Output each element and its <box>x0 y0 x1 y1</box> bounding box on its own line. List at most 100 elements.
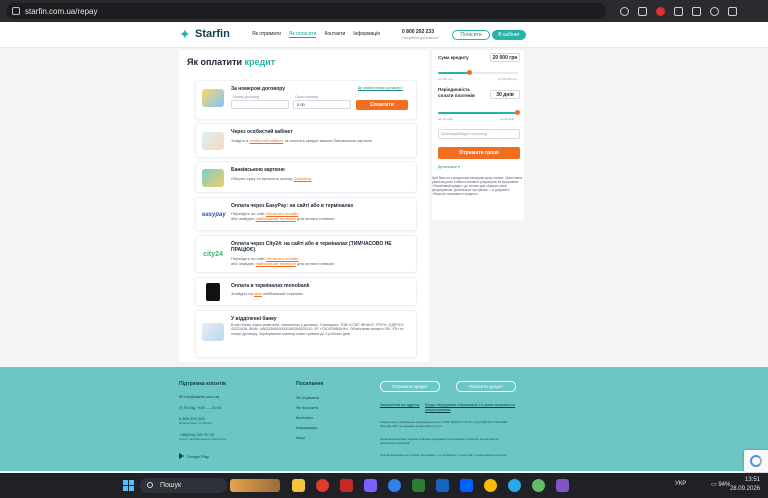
easypay-line2-pre: або знайдіть <box>231 216 255 221</box>
bank-card-icon <box>202 169 224 187</box>
site-info-icon[interactable] <box>12 7 20 15</box>
google-play-icon <box>179 453 184 459</box>
sum-label: Сума кредиту <box>438 55 469 60</box>
chrome-icon[interactable] <box>484 479 497 492</box>
monobank-map-link[interactable]: мапі <box>254 291 262 296</box>
cabinet-text: Зайдіть в особистий кабінет та оплатіть … <box>231 138 411 143</box>
footer-link-contacts[interactable]: Контакти <box>296 415 313 420</box>
header-phone[interactable]: 0 800 202 233 Потрібна допомога? <box>402 29 440 40</box>
windows-logo-icon <box>129 480 134 485</box>
phone-note: Потрібна допомога? <box>402 35 440 40</box>
widgets-icon[interactable] <box>230 479 280 492</box>
google-play-text: Google Play <box>187 453 209 459</box>
bank-card-pay-link[interactable]: Оплатити <box>294 176 312 181</box>
sum-slider-fill <box>438 72 470 74</box>
battery-indicator[interactable]: ▭ 94% <box>711 481 730 488</box>
nav-contacts[interactable]: Контакти <box>324 31 345 38</box>
nav-how-to-pay[interactable]: Як погасити <box>288 31 317 38</box>
chevron-down-icon: ▾ <box>458 165 460 169</box>
card-contract: За номером договору Де знайти номер дого… <box>195 80 417 120</box>
footer-legal-1: Товариство з обмеженою відповідальністю … <box>380 420 508 428</box>
get-money-button[interactable]: Отримати гроші <box>438 147 520 159</box>
page-title: Як оплатити кредит <box>187 57 275 67</box>
card-bank-branch: У відділенні банку В касі банку згідно р… <box>195 310 417 358</box>
browser-toolbar: starfin.com.ua/repay <box>0 0 768 22</box>
monobank-title: Оплата в терміналах monobank <box>231 283 310 289</box>
repay-panel: Як оплатити кредит За номером договору Д… <box>179 50 429 362</box>
viber-icon[interactable] <box>556 479 569 492</box>
footer-get-credit-button[interactable]: Отримати кредит <box>380 381 440 392</box>
file-explorer-icon[interactable] <box>292 479 305 492</box>
sum-slider-thumb[interactable] <box>467 70 472 75</box>
footer-email-text: info@starfin.com.ua <box>183 394 220 399</box>
app-green-icon[interactable] <box>412 479 425 492</box>
footer-email[interactable]: ✉ info@starfin.com.ua <box>179 394 219 399</box>
clock-date: 28.09.2026 <box>729 486 760 492</box>
menu-icon[interactable] <box>728 6 737 16</box>
contract-icon <box>202 89 224 107</box>
clock-time: 13:51 <box>744 477 760 483</box>
contract-number-input[interactable] <box>231 100 289 109</box>
footer-credit-info-link[interactable]: Щодо передання інформації та умов спожив… <box>425 402 520 412</box>
nav-how-to-get[interactable]: Як отримати <box>252 31 281 38</box>
cabinet-icon <box>202 132 224 150</box>
footer-complaint-link[interactable]: Звернення на адресу <box>380 402 420 407</box>
address-bar[interactable]: starfin.com.ua/repay <box>6 3 606 19</box>
footer-link-promo[interactable]: Акції <box>296 435 305 440</box>
edge-icon[interactable] <box>388 479 401 492</box>
language-indicator[interactable]: УКР <box>675 481 686 487</box>
details-toggle[interactable]: Детальніше ▾ <box>438 165 460 169</box>
header-cabinet-button[interactable]: В кабінет <box>492 30 526 40</box>
logo[interactable]: ✦ Starfin <box>179 27 230 41</box>
opera-icon[interactable] <box>316 479 329 492</box>
footer-phone1[interactable]: 0 800 202 233 Безкоштовно по Україні <box>179 416 212 425</box>
city24-title: Оплата через City24: на сайті або в терм… <box>231 241 392 253</box>
footer-phone2[interactable]: +38(044) 220 20 33 Згідно тарифів вашого… <box>179 432 226 441</box>
bank-building-icon <box>202 323 224 341</box>
app-purple-icon[interactable] <box>364 479 377 492</box>
period-slider[interactable] <box>438 110 520 115</box>
app-blue-icon[interactable] <box>436 479 449 492</box>
contract-help-link[interactable]: Де знайти номер договору? <box>358 86 403 90</box>
monobank-text-pre: Знайдіть на <box>231 291 253 296</box>
puzzle-icon[interactable] <box>674 6 683 16</box>
star-logo-icon: ✦ <box>179 26 191 42</box>
profile-icon[interactable] <box>710 6 719 16</box>
download-icon[interactable] <box>692 6 701 16</box>
header-pay-button[interactable]: Погасити <box>452 30 490 40</box>
amount-input[interactable]: 0.00 <box>293 100 351 109</box>
taskbar-search[interactable]: Пошук <box>140 478 227 493</box>
cabinet-link[interactable]: особистий кабінет <box>249 138 283 143</box>
extension-icon[interactable] <box>656 6 665 16</box>
app-l-icon[interactable] <box>340 479 353 492</box>
promo-code-input[interactable]: Промокод/Введіть промокод <box>438 129 520 139</box>
footer-link-get[interactable]: Як отримати <box>296 395 319 400</box>
eye-off-icon[interactable] <box>620 6 629 16</box>
city24-text: Перейдіть на сайт Оплатити онлайн або зн… <box>231 256 411 266</box>
footer-link-info[interactable]: Інформація <box>296 425 317 430</box>
period-slider-thumb[interactable] <box>515 110 520 115</box>
windows-logo-icon <box>123 486 128 491</box>
sum-value-field[interactable]: 20 000 грн <box>490 53 520 62</box>
google-play-badge[interactable]: Google Play <box>179 453 209 459</box>
bookmark-star-icon[interactable] <box>638 6 647 16</box>
period-value-field[interactable]: 30 днів <box>490 90 520 99</box>
footer-pay-credit-button[interactable]: Погасити кредит <box>456 381 516 392</box>
main-nav: Як отримати Як погасити Контакти Інформа… <box>252 31 380 38</box>
start-button[interactable] <box>123 480 134 491</box>
telegram-icon[interactable] <box>508 479 521 492</box>
url-text: starfin.com.ua/repay <box>25 6 98 16</box>
city24-terminal-link[interactable]: найближчий термінал <box>256 261 296 266</box>
period-slider-fill <box>438 112 518 114</box>
app-lightgreen-icon[interactable] <box>532 479 545 492</box>
clock[interactable]: 13:51 28.09.2026 <box>730 476 760 494</box>
nav-info[interactable]: Інформація <box>353 31 380 38</box>
easypay-terminal-link[interactable]: найближчий термінал <box>256 216 296 221</box>
footer-hours: ◷ Пн-Нд: 9:00 — 21:00 <box>179 405 222 410</box>
recaptcha-badge[interactable] <box>744 450 768 472</box>
city24-logo: city24 <box>203 251 223 258</box>
dropbox-icon[interactable] <box>460 479 473 492</box>
contract-pay-button[interactable]: Сплатити <box>356 100 408 110</box>
footer-link-pay[interactable]: Як погасити <box>296 405 318 410</box>
sum-slider[interactable] <box>438 70 518 75</box>
